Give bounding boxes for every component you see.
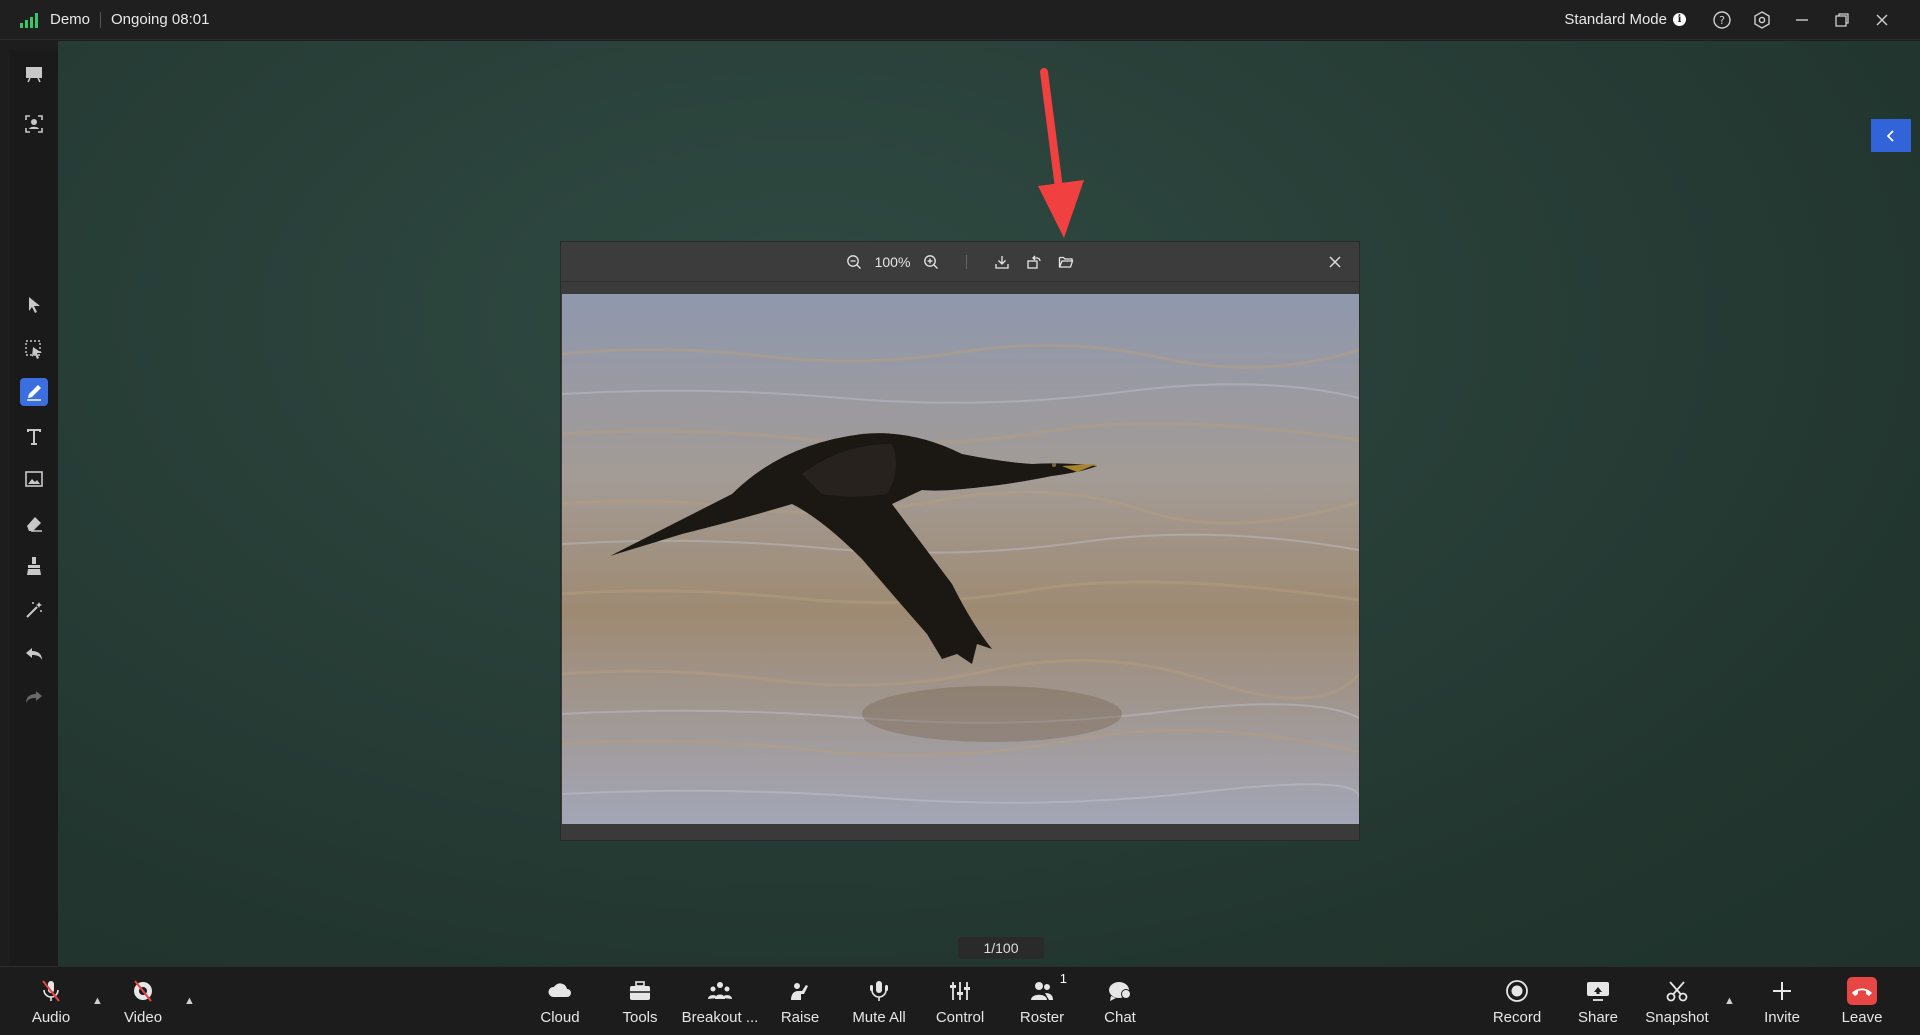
- zoom-in-icon[interactable]: [920, 251, 942, 273]
- settings-icon[interactable]: [1742, 0, 1782, 40]
- meeting-name: Demo: [50, 11, 91, 28]
- viewer-close-icon[interactable]: [1325, 252, 1345, 272]
- camera-off-icon: [128, 977, 158, 1005]
- invite-button[interactable]: Invite: [1758, 967, 1806, 1035]
- raise-label: Raise: [780, 1009, 820, 1026]
- roster-count: 1: [1059, 971, 1067, 986]
- viewer-toolbar: 100%: [561, 242, 1359, 282]
- image-viewer: 100%: [560, 241, 1360, 841]
- leave-button[interactable]: Leave: [1838, 967, 1886, 1035]
- download-icon[interactable]: [991, 251, 1013, 273]
- mic-muted-icon: [36, 977, 66, 1005]
- video-label: Video: [123, 1009, 163, 1026]
- zoom-out-icon[interactable]: [843, 251, 865, 273]
- video-button[interactable]: Video: [120, 967, 166, 1035]
- mute-all-icon: [864, 977, 894, 1005]
- signal-icon: [20, 12, 38, 28]
- roster-label: Roster: [1019, 1009, 1065, 1026]
- chat-button[interactable]: Chat: [1096, 967, 1144, 1035]
- pointer-icon[interactable]: [20, 291, 48, 319]
- meeting-status: Ongoing 08:01: [111, 11, 210, 28]
- tools-label: Tools: [622, 1009, 658, 1026]
- annotation-arrow-icon: [1038, 68, 1084, 238]
- roster-icon: 1: [1027, 971, 1067, 1005]
- brush-clear-icon[interactable]: [20, 552, 48, 580]
- restore-icon[interactable]: [1822, 0, 1862, 40]
- title-bar: Demo Ongoing 08:01 Standard Mode i ?: [0, 0, 1920, 40]
- control-label: Control: [935, 1009, 985, 1026]
- whiteboard-icon[interactable]: [20, 60, 48, 88]
- scissors-icon: [1662, 977, 1692, 1005]
- chat-icon: [1105, 977, 1135, 1005]
- breakout-button[interactable]: Breakout ...: [676, 967, 764, 1035]
- record-button[interactable]: Record: [1490, 967, 1544, 1035]
- cloud-label: Cloud: [540, 1009, 580, 1026]
- record-icon: [1502, 977, 1532, 1005]
- select-icon[interactable]: [20, 335, 48, 363]
- cloud-icon: [545, 977, 575, 1005]
- control-button[interactable]: Control: [930, 967, 990, 1035]
- share-button[interactable]: Share: [1574, 967, 1622, 1035]
- magic-wand-icon[interactable]: [20, 596, 48, 624]
- info-icon[interactable]: i: [1673, 13, 1686, 26]
- chat-label: Chat: [1104, 1009, 1136, 1026]
- open-folder-icon[interactable]: [1055, 251, 1077, 273]
- cloud-button[interactable]: Cloud: [536, 967, 584, 1035]
- toolbox-icon: [625, 977, 655, 1005]
- face-frame-icon[interactable]: [20, 110, 48, 138]
- mute-all-label: Mute All: [852, 1009, 906, 1026]
- zoom-level: 100%: [874, 253, 911, 270]
- sliders-icon: [945, 977, 975, 1005]
- minimize-icon[interactable]: [1782, 0, 1822, 40]
- video-options-caret[interactable]: ▲: [184, 995, 195, 1007]
- close-window-icon[interactable]: [1862, 0, 1902, 40]
- undo-icon[interactable]: [20, 640, 48, 668]
- mode-label: Standard Mode: [1564, 11, 1667, 28]
- mute-all-button[interactable]: Mute All: [844, 967, 914, 1035]
- page-indicator: 1/100: [958, 937, 1044, 959]
- share-label: Share: [1577, 1009, 1619, 1026]
- audio-label: Audio: [31, 1009, 71, 1026]
- bottom-toolbar: Audio ▲ Video ▲ Cloud Tools Breakout ...…: [0, 966, 1920, 1034]
- text-icon[interactable]: [20, 422, 48, 450]
- invite-label: Invite: [1764, 1009, 1800, 1026]
- breakout-icon: [705, 977, 735, 1005]
- snapshot-label: Snapshot: [1645, 1009, 1709, 1026]
- audio-button[interactable]: Audio: [28, 967, 74, 1035]
- audio-options-caret[interactable]: ▲: [92, 995, 103, 1007]
- hang-up-icon: [1847, 977, 1877, 1005]
- left-toolbar: [10, 50, 58, 966]
- leave-label: Leave: [1841, 1009, 1883, 1026]
- help-icon[interactable]: ?: [1702, 0, 1742, 40]
- share-screen-icon: [1583, 977, 1613, 1005]
- snapshot-button[interactable]: Snapshot: [1640, 967, 1714, 1035]
- raise-hand-icon: [785, 977, 815, 1005]
- plus-icon: [1767, 977, 1797, 1005]
- bird-photo: [562, 294, 1359, 824]
- collapse-panel-button[interactable]: [1871, 119, 1911, 152]
- snapshot-options-caret[interactable]: ▲: [1724, 995, 1735, 1007]
- breakout-label: Breakout ...: [681, 1009, 759, 1026]
- svg-text:?: ?: [1719, 14, 1725, 27]
- eraser-icon[interactable]: [20, 509, 48, 537]
- record-label: Record: [1492, 1009, 1542, 1026]
- mode-selector[interactable]: Standard Mode i: [1564, 11, 1686, 28]
- pen-icon[interactable]: [20, 378, 48, 406]
- image-icon[interactable]: [20, 465, 48, 493]
- tools-button[interactable]: Tools: [616, 967, 664, 1035]
- rotate-icon[interactable]: [1023, 251, 1045, 273]
- redo-icon: [20, 683, 48, 711]
- roster-button[interactable]: 1 Roster: [1016, 967, 1068, 1035]
- raise-button[interactable]: Raise: [776, 967, 824, 1035]
